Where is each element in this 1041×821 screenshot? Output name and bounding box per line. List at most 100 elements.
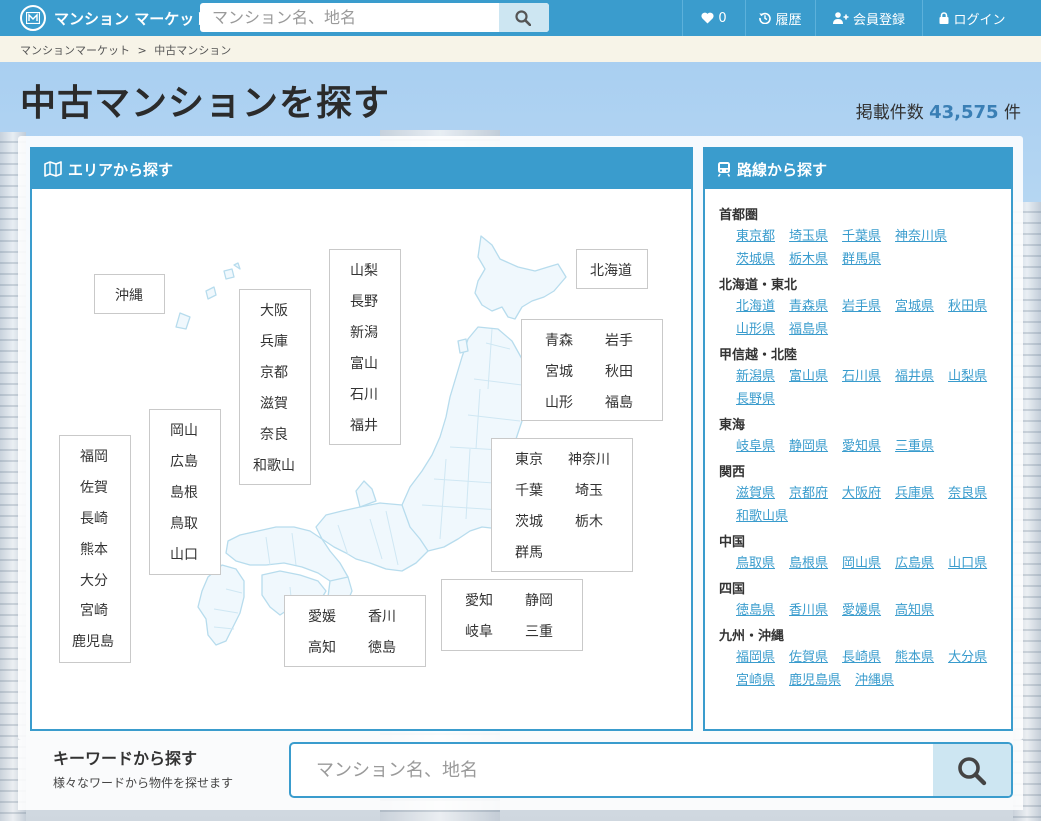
line-link-fukui[interactable]: 福井県 xyxy=(895,366,934,389)
logo-text[interactable]: マンション マーケット xyxy=(54,8,209,29)
pref-nara[interactable]: 奈良 xyxy=(260,424,288,444)
line-link-ibaraki[interactable]: 茨城県 xyxy=(736,249,775,272)
pref-ishikawa[interactable]: 石川 xyxy=(350,384,378,404)
line-link-hokkaido[interactable]: 北海道 xyxy=(736,296,775,319)
pref-aichi[interactable]: 愛知 xyxy=(465,590,493,610)
line-link-saitama[interactable]: 埼玉県 xyxy=(789,226,828,249)
line-link-kochi[interactable]: 高知県 xyxy=(895,600,934,623)
favorites-button[interactable]: 0 xyxy=(682,0,745,36)
line-link-aomori[interactable]: 青森県 xyxy=(789,296,828,319)
pref-yamagata[interactable]: 山形 xyxy=(545,392,573,412)
pref-nagasaki[interactable]: 長崎 xyxy=(80,508,108,528)
line-link-oita[interactable]: 大分県 xyxy=(948,647,987,670)
history-button[interactable]: 履歴 xyxy=(745,0,815,36)
pref-yamaguchi[interactable]: 山口 xyxy=(170,544,198,564)
pref-wakayama[interactable]: 和歌山 xyxy=(253,455,295,475)
line-link-nagano[interactable]: 長野県 xyxy=(736,389,775,412)
line-link-osaka[interactable]: 大阪府 xyxy=(842,483,881,506)
line-link-aichi[interactable]: 愛知県 xyxy=(842,436,881,459)
pref-toyama[interactable]: 富山 xyxy=(350,353,378,373)
keyword-search-button[interactable] xyxy=(933,744,1011,796)
pref-ehime[interactable]: 愛媛 xyxy=(308,606,336,626)
pref-kochi[interactable]: 高知 xyxy=(308,637,336,657)
line-link-tokushima[interactable]: 徳島県 xyxy=(736,600,775,623)
pref-fukuoka[interactable]: 福岡 xyxy=(80,446,108,466)
line-link-kanagawa[interactable]: 神奈川県 xyxy=(895,226,947,249)
line-link-shimane[interactable]: 島根県 xyxy=(789,553,828,576)
line-link-kyoto[interactable]: 京都府 xyxy=(789,483,828,506)
pref-niigata[interactable]: 新潟 xyxy=(350,322,378,342)
pref-hiroshima[interactable]: 広島 xyxy=(170,451,198,471)
line-link-wakayama[interactable]: 和歌山県 xyxy=(736,506,788,529)
line-link-ehime[interactable]: 愛媛県 xyxy=(842,600,881,623)
pref-ibaraki[interactable]: 茨城 xyxy=(515,511,543,531)
pref-hyogo[interactable]: 兵庫 xyxy=(260,331,288,351)
header-search-input[interactable] xyxy=(200,3,498,32)
pref-tochigi[interactable]: 栃木 xyxy=(575,511,603,531)
pref-kanagawa[interactable]: 神奈川 xyxy=(568,449,610,469)
pref-kumamoto[interactable]: 熊本 xyxy=(80,539,108,559)
pref-kagoshima[interactable]: 鹿児島 xyxy=(72,631,114,651)
pref-okinawa[interactable]: 沖縄 xyxy=(115,285,143,305)
line-link-yamanashi[interactable]: 山梨県 xyxy=(948,366,987,389)
pref-oita[interactable]: 大分 xyxy=(80,570,108,590)
pref-nagano[interactable]: 長野 xyxy=(350,291,378,311)
line-link-shizuoka[interactable]: 静岡県 xyxy=(789,436,828,459)
line-link-kumamoto[interactable]: 熊本県 xyxy=(895,647,934,670)
line-link-toyama[interactable]: 富山県 xyxy=(789,366,828,389)
line-link-shiga[interactable]: 滋賀県 xyxy=(736,483,775,506)
line-link-chiba[interactable]: 千葉県 xyxy=(842,226,881,249)
breadcrumb-home-link[interactable]: マンションマーケット xyxy=(20,44,130,57)
line-link-tochigi[interactable]: 栃木県 xyxy=(789,249,828,272)
pref-kyoto[interactable]: 京都 xyxy=(260,362,288,382)
line-link-nagasaki[interactable]: 長崎県 xyxy=(842,647,881,670)
line-link-saga[interactable]: 佐賀県 xyxy=(789,647,828,670)
pref-miyagi[interactable]: 宮城 xyxy=(545,361,573,381)
logo-icon[interactable] xyxy=(20,5,46,31)
line-link-hiroshima[interactable]: 広島県 xyxy=(895,553,934,576)
line-link-kagawa[interactable]: 香川県 xyxy=(789,600,828,623)
pref-fukui[interactable]: 福井 xyxy=(350,415,378,435)
keyword-search-input[interactable] xyxy=(291,744,931,796)
line-link-akita[interactable]: 秋田県 xyxy=(948,296,987,319)
pref-tottori[interactable]: 鳥取 xyxy=(170,513,198,533)
header-search-button[interactable] xyxy=(499,3,549,32)
pref-shimane[interactable]: 島根 xyxy=(170,482,198,502)
line-link-yamagata[interactable]: 山形県 xyxy=(736,319,775,342)
pref-shizuoka[interactable]: 静岡 xyxy=(525,590,553,610)
line-link-mie[interactable]: 三重県 xyxy=(895,436,934,459)
pref-osaka[interactable]: 大阪 xyxy=(260,300,288,320)
line-link-ishikawa[interactable]: 石川県 xyxy=(842,366,881,389)
line-link-okinawa[interactable]: 沖縄県 xyxy=(855,670,894,693)
line-link-fukushima[interactable]: 福島県 xyxy=(789,319,828,342)
line-link-yamaguchi[interactable]: 山口県 xyxy=(948,553,987,576)
pref-mie[interactable]: 三重 xyxy=(525,621,553,641)
line-link-kagoshima[interactable]: 鹿児島県 xyxy=(789,670,841,693)
pref-chiba[interactable]: 千葉 xyxy=(515,480,543,500)
line-link-iwate[interactable]: 岩手県 xyxy=(842,296,881,319)
pref-hokkaido[interactable]: 北海道 xyxy=(590,260,632,280)
pref-gifu[interactable]: 岐阜 xyxy=(465,621,493,641)
pref-shiga[interactable]: 滋賀 xyxy=(260,393,288,413)
line-link-niigata[interactable]: 新潟県 xyxy=(736,366,775,389)
line-link-miyazaki[interactable]: 宮崎県 xyxy=(736,670,775,693)
pref-gunma[interactable]: 群馬 xyxy=(515,542,543,562)
pref-yamanashi[interactable]: 山梨 xyxy=(350,260,378,280)
register-button[interactable]: 会員登録 xyxy=(815,0,922,36)
login-button[interactable]: ログイン xyxy=(922,0,1022,36)
line-link-miyagi[interactable]: 宮城県 xyxy=(895,296,934,319)
line-link-hyogo[interactable]: 兵庫県 xyxy=(895,483,934,506)
pref-okayama[interactable]: 岡山 xyxy=(170,420,198,440)
line-link-gunma[interactable]: 群馬県 xyxy=(842,249,881,272)
pref-saga[interactable]: 佐賀 xyxy=(80,477,108,497)
pref-akita[interactable]: 秋田 xyxy=(605,361,633,381)
pref-aomori[interactable]: 青森 xyxy=(545,330,573,350)
pref-iwate[interactable]: 岩手 xyxy=(605,330,633,350)
line-link-tokyo[interactable]: 東京都 xyxy=(736,226,775,249)
pref-miyazaki[interactable]: 宮崎 xyxy=(80,600,108,620)
pref-tokushima[interactable]: 徳島 xyxy=(368,637,396,657)
pref-kagawa[interactable]: 香川 xyxy=(368,606,396,626)
pref-tokyo[interactable]: 東京 xyxy=(515,449,543,469)
line-link-tottori[interactable]: 鳥取県 xyxy=(736,553,775,576)
line-link-okayama[interactable]: 岡山県 xyxy=(842,553,881,576)
